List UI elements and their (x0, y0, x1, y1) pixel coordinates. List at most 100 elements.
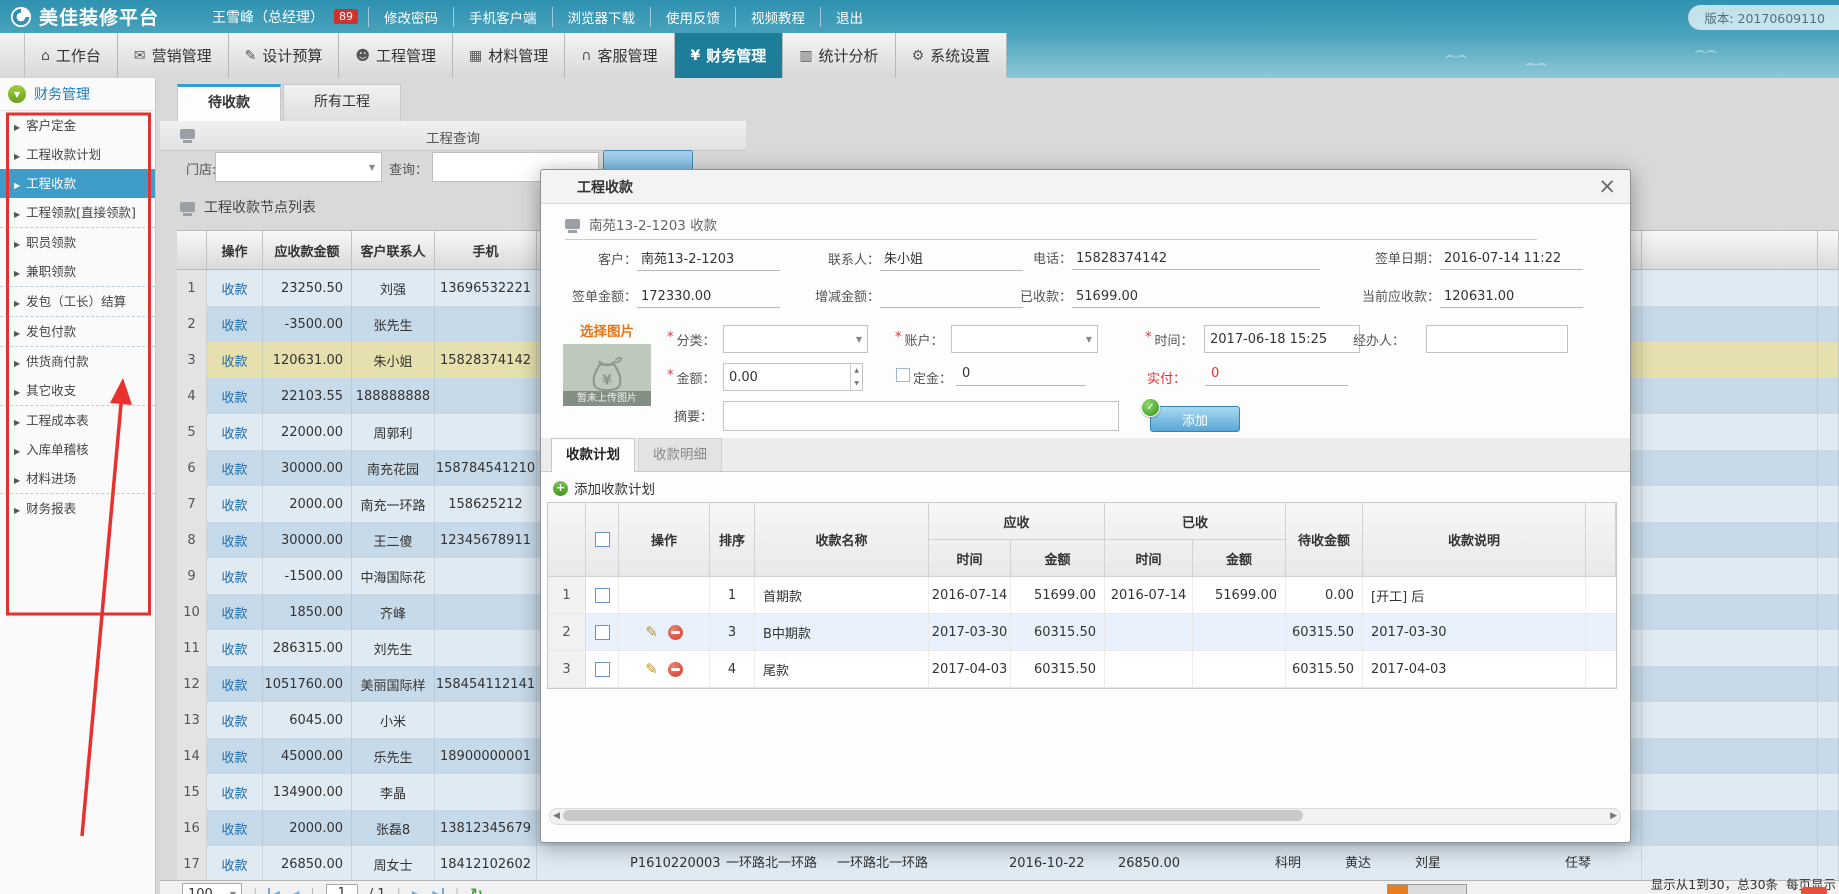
sidebar-item-collection-plan[interactable]: 工程收款计划 (0, 140, 155, 169)
notification-badge[interactable]: 89 (334, 9, 358, 24)
sidebar-item-warehouse-audit[interactable]: 入库单稽核 (0, 435, 155, 464)
collect-link[interactable]: 收款 (207, 594, 263, 630)
amount-stepper[interactable]: 0.00▲▼ (723, 363, 863, 391)
collect-link[interactable]: 收款 (207, 702, 263, 738)
nav-tab-settings[interactable]: ⚙系统设置 (896, 33, 1008, 78)
nav-tab-marketing[interactable]: ✉营销管理 (118, 33, 229, 78)
nav-tab-design-budget[interactable]: ✎设计预算 (229, 33, 340, 78)
store-select[interactable]: ▼ (215, 152, 382, 182)
link-change-password[interactable]: 修改密码 (368, 7, 453, 27)
sidebar-item-contract-settlement[interactable]: 发包（工长）结算 (0, 286, 155, 316)
nav-tab-finance[interactable]: ¥财务管理 (675, 33, 784, 78)
scroll-left-icon[interactable]: ◀ (553, 810, 560, 822)
nav-tab-project[interactable]: ☻工程管理 (339, 33, 453, 78)
col-hidden (1642, 231, 1818, 269)
dialog-header[interactable]: 工程收款 (541, 170, 1630, 204)
collect-link[interactable]: 收款 (207, 846, 263, 882)
floating-widget[interactable] (1387, 884, 1467, 894)
sidebar-item-other-income-expense[interactable]: 其它收支 (0, 376, 155, 405)
tab-collection-detail[interactable]: 收款明细 (638, 438, 722, 471)
collect-link[interactable]: 收款 (207, 270, 263, 306)
prev-page-icon[interactable]: ◀ (291, 888, 299, 894)
row-checkbox[interactable] (595, 625, 610, 640)
sidebar-item-finance-report[interactable]: 财务报表 (0, 493, 155, 523)
collect-link[interactable]: 收款 (207, 810, 263, 846)
delete-icon[interactable] (668, 662, 683, 677)
scroll-right-icon[interactable]: ▶ (1610, 810, 1617, 822)
link-feedback[interactable]: 使用反馈 (650, 7, 735, 27)
sidebar-item-customer-deposit[interactable]: 客户定金 (0, 111, 155, 140)
scrollbar-thumb[interactable] (563, 810, 1303, 821)
collect-link[interactable]: 收款 (207, 774, 263, 810)
link-browser-download[interactable]: 浏览器下载 (552, 7, 651, 27)
row-number: 15 (177, 774, 207, 810)
page-size-select[interactable]: 100▼ (182, 883, 242, 894)
collect-link[interactable]: 收款 (207, 666, 263, 702)
next-page-icon[interactable]: ▶ (412, 888, 420, 894)
collect-link[interactable]: 收款 (207, 342, 263, 378)
collect-link[interactable]: 收款 (207, 486, 263, 522)
link-logout[interactable]: 退出 (820, 7, 878, 27)
add-button[interactable]: ✓ 添加 (1150, 406, 1240, 432)
edit-icon[interactable]: ✎ (645, 623, 658, 641)
row-checkbox[interactable] (595, 588, 610, 603)
sidebar-item-contract-payment[interactable]: 发包付款 (0, 316, 155, 346)
row-checkbox[interactable] (595, 662, 610, 677)
recv-time-cell (1105, 651, 1193, 687)
collect-link[interactable]: 收款 (207, 378, 263, 414)
close-icon[interactable]: × (1598, 174, 1616, 198)
tab-pending-collection[interactable]: 待收款 (177, 84, 281, 125)
sidebar-item-material-entry[interactable]: 材料进场 (0, 464, 155, 493)
floating-widget-red[interactable] (1801, 887, 1827, 894)
collect-link[interactable]: 收款 (207, 522, 263, 558)
image-placeholder[interactable]: ¥ 暂未上传图片 (563, 344, 651, 406)
handler-input[interactable] (1426, 325, 1568, 353)
collect-link[interactable]: 收款 (207, 738, 263, 774)
delete-icon[interactable] (668, 625, 683, 640)
horizontal-scrollbar[interactable]: ◀ ▶ (549, 808, 1621, 825)
collect-link[interactable]: 收款 (207, 558, 263, 594)
link-mobile-client[interactable]: 手机客户端 (453, 7, 552, 27)
nav-tab-workbench[interactable]: ⌂工作台 (25, 33, 118, 78)
select-all-checkbox[interactable] (595, 532, 610, 547)
amount-cell: 6045.00 (263, 702, 352, 738)
add-plan-link[interactable]: + 添加收款计划 (553, 478, 655, 498)
tab-all-projects[interactable]: 所有工程 (283, 84, 401, 123)
choose-image-button[interactable]: 选择图片 (563, 320, 651, 340)
deposit-checkbox[interactable] (896, 368, 910, 382)
nav-tab-material[interactable]: ▦材料管理 (453, 33, 565, 78)
check-icon: ✓ (1141, 398, 1160, 417)
page-input[interactable]: 1 (326, 884, 358, 894)
sidebar-item-staff-withdraw[interactable]: 职员领款 (0, 227, 155, 257)
collect-link[interactable]: 收款 (207, 306, 263, 342)
amount-cell: 134900.00 (263, 774, 352, 810)
tab-collection-plan[interactable]: 收款计划 (551, 438, 635, 472)
sidebar-item-project-cost[interactable]: 工程成本表 (0, 405, 155, 435)
paid-label: 实付： (1147, 368, 1186, 387)
spinner-arrows[interactable]: ▲▼ (850, 364, 862, 390)
time-input[interactable]: 2017-06-18 15:25 (1204, 325, 1360, 353)
sidebar-item-project-collection[interactable]: 工程收款 (0, 169, 155, 198)
collect-link[interactable]: 收款 (207, 450, 263, 486)
refresh-icon[interactable]: ↻ (470, 885, 483, 894)
sidebar-item-supplier-payment[interactable]: 供货商付款 (0, 346, 155, 376)
gear-icon: ⚙ (912, 48, 925, 64)
first-page-icon[interactable]: ◀ (268, 888, 279, 894)
collect-link[interactable]: 收款 (207, 414, 263, 450)
col-contact: 客户联系人 (352, 231, 435, 269)
contact-cell: 周郭利 (352, 414, 435, 450)
nav-tab-customer-service[interactable]: ∩客服管理 (565, 33, 674, 78)
summary-input[interactable] (723, 401, 1119, 431)
link-video-tutorial[interactable]: 视频教程 (735, 7, 820, 27)
last-page-icon[interactable]: ▶ (431, 888, 443, 894)
sidebar-header[interactable]: ▼ 财务管理 (0, 78, 155, 111)
collect-link[interactable]: 收款 (207, 630, 263, 666)
row-number: 4 (177, 378, 207, 414)
category-select[interactable]: ▼ (723, 325, 868, 353)
sidebar-item-parttime-withdraw[interactable]: 兼职领款 (0, 257, 155, 286)
account-select[interactable]: ▼ (951, 325, 1098, 353)
col-due-amount: 金额 (1011, 540, 1105, 577)
nav-tab-statistics[interactable]: ▥统计分析 (783, 33, 895, 78)
edit-icon[interactable]: ✎ (645, 660, 658, 678)
sidebar-item-project-withdraw[interactable]: 工程领款[直接领款] (0, 198, 155, 227)
